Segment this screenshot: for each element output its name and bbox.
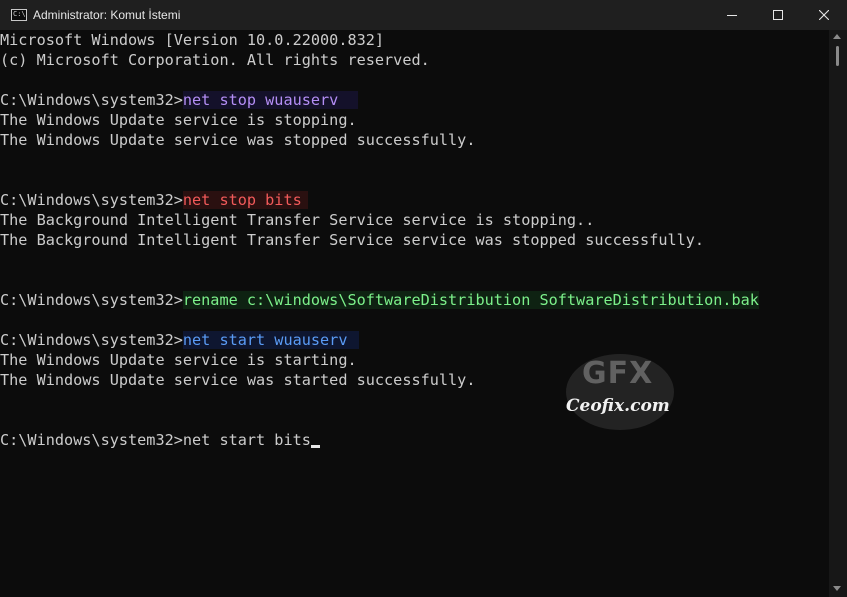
command-text: net start wuauserv: [182, 331, 360, 349]
maximize-button[interactable]: [755, 0, 801, 30]
scroll-up-arrow-icon[interactable]: [833, 34, 841, 39]
prompt: C:\Windows\system32>: [0, 431, 183, 449]
command-text: rename c:\windows\SoftwareDistribution S…: [182, 291, 759, 309]
watermark-site: Ceofix.com: [566, 396, 670, 416]
prompt: C:\Windows\system32>: [0, 91, 183, 109]
cmd-icon-label: C:\: [13, 10, 26, 18]
scroll-thumb[interactable]: [836, 46, 839, 66]
header-line: (c) Microsoft Corporation. All rights re…: [0, 51, 430, 69]
prompt: C:\Windows\system32>: [0, 331, 183, 349]
command-line: C:\Windows\system32>rename c:\windows\So…: [0, 290, 759, 310]
command-text: net start bits: [182, 431, 311, 449]
window-title: Administrator: Komut İstemi: [33, 8, 181, 22]
scroll-down-arrow-icon[interactable]: [833, 586, 841, 591]
command-text: net stop bits: [182, 191, 308, 209]
title-bar[interactable]: C:\ Administrator: Komut İstemi: [0, 0, 847, 30]
vertical-scrollbar[interactable]: [829, 30, 847, 597]
command-line: C:\Windows\system32>net stop bits: [0, 190, 308, 210]
command-line[interactable]: C:\Windows\system32>net start bits: [0, 430, 320, 450]
prompt: C:\Windows\system32>: [0, 291, 183, 309]
close-icon: [819, 10, 829, 20]
command-text: net stop wuauserv: [182, 91, 359, 109]
minimize-icon: [727, 15, 737, 16]
output-line: The Background Intelligent Transfer Serv…: [0, 231, 705, 249]
output-line: The Windows Update service was stopped s…: [0, 131, 476, 149]
watermark-logo: GFX: [582, 356, 654, 391]
console-output[interactable]: Microsoft Windows [Version 10.0.22000.83…: [0, 30, 829, 597]
text-cursor: [310, 445, 320, 448]
output-line: The Background Intelligent Transfer Serv…: [0, 211, 595, 229]
header-line: Microsoft Windows [Version 10.0.22000.83…: [0, 31, 385, 49]
minimize-button[interactable]: [709, 0, 755, 30]
output-line: The Windows Update service was started s…: [0, 371, 476, 389]
output-line: The Windows Update service is starting.: [0, 351, 357, 369]
prompt: C:\Windows\system32>: [0, 191, 183, 209]
cmd-icon: C:\: [11, 9, 27, 21]
maximize-icon: [773, 10, 783, 20]
output-line: The Windows Update service is stopping.: [0, 111, 357, 129]
cmd-window: C:\ Administrator: Komut İstemi Microsof…: [0, 0, 847, 597]
command-line: C:\Windows\system32>net start wuauserv: [0, 330, 360, 350]
close-button[interactable]: [801, 0, 847, 30]
watermark: GFX Ceofix.com: [556, 352, 686, 432]
command-line: C:\Windows\system32>net stop wuauserv: [0, 90, 359, 110]
